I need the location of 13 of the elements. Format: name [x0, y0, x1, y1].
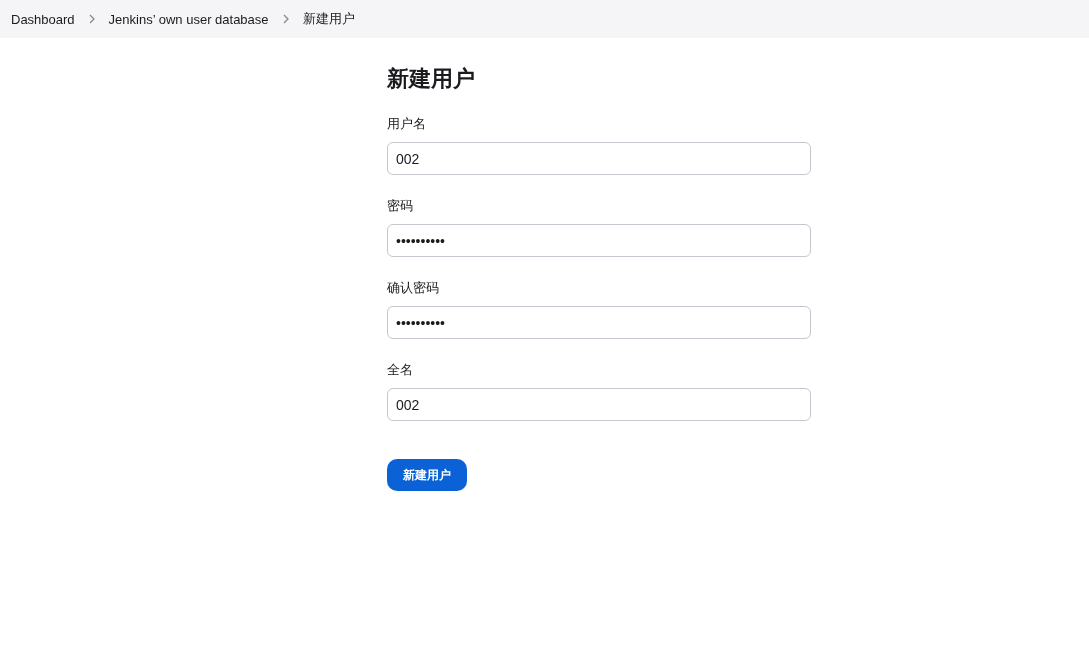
breadcrumb-link[interactable]: 新建用户: [302, 10, 355, 28]
input-field[interactable]: 002: [387, 388, 811, 421]
input-field[interactable]: 002: [387, 142, 811, 175]
breadcrumb-link[interactable]: Dashboard: [11, 11, 75, 27]
create-user-button[interactable]: 新建用户: [387, 459, 467, 491]
page-title: 新建用户: [387, 65, 476, 93]
input-field[interactable]: ••••••••••: [387, 306, 811, 339]
field-label: 全名: [387, 361, 414, 379]
field-label: 用户名: [387, 115, 427, 133]
field-label: 确认密码: [387, 279, 440, 297]
field-label: 密码: [387, 197, 414, 215]
input-field[interactable]: ••••••••••: [387, 224, 811, 257]
breadcrumb-link[interactable]: Jenkins’ own user database: [108, 11, 269, 27]
